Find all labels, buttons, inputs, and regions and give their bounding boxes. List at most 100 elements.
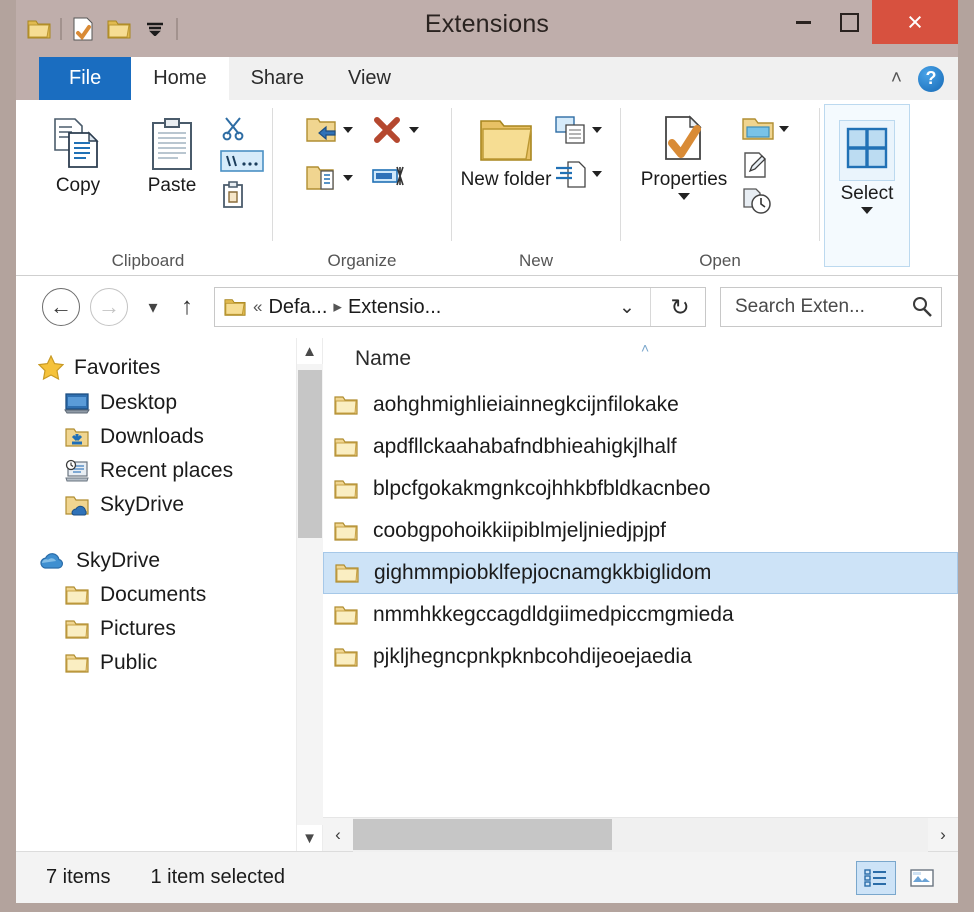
up-button[interactable]: ↑ bbox=[168, 293, 206, 321]
copy-to-caret-icon[interactable] bbox=[343, 175, 353, 181]
scrollbar-track[interactable] bbox=[296, 364, 323, 825]
new-item-button[interactable] bbox=[554, 115, 602, 145]
search-input[interactable]: Search Exten... bbox=[720, 287, 942, 327]
organize-col-2 bbox=[371, 109, 419, 189]
paste-shortcut-button[interactable] bbox=[220, 181, 264, 209]
table-row[interactable]: coobgpohoikkiipiblmjeljniedjpjpf bbox=[323, 510, 958, 552]
sidebar-item-pictures[interactable]: Pictures bbox=[16, 612, 296, 646]
recent-locations-caret-icon[interactable]: ▾ bbox=[138, 297, 168, 318]
scrollbar-thumb[interactable] bbox=[297, 370, 322, 538]
ribbon-group-open: Properties Open bbox=[625, 100, 815, 275]
table-row-selected[interactable]: gighmmpiobklfepjocnamgkkbiglidom bbox=[323, 552, 958, 594]
copy-label: Copy bbox=[55, 175, 101, 196]
table-row[interactable]: pjkljhegncpnkpknbcohdijeoejaedia bbox=[323, 636, 958, 678]
open-button[interactable] bbox=[741, 115, 789, 143]
cut-button[interactable] bbox=[220, 115, 264, 141]
tab-view[interactable]: View bbox=[325, 57, 413, 100]
easy-access-caret-icon[interactable] bbox=[592, 171, 602, 177]
column-header-name[interactable]: Name ˄ bbox=[323, 338, 958, 380]
edit-button[interactable] bbox=[741, 151, 789, 179]
breadcrumb-caret-icon[interactable]: ⌄ bbox=[610, 296, 644, 319]
properties-button[interactable]: Properties bbox=[629, 109, 739, 200]
title-bar: Extensions × bbox=[16, 0, 958, 57]
status-bar: 7 items 1 item selected bbox=[16, 851, 958, 903]
table-row[interactable]: apdfllckaahabafndbhieahigkjlhalf bbox=[323, 426, 958, 468]
sidebar-item-favorites[interactable]: Favorites bbox=[16, 350, 296, 386]
easy-access-button[interactable] bbox=[554, 159, 602, 189]
breadcrumb-overflow-icon[interactable]: « bbox=[253, 297, 262, 317]
refresh-icon[interactable]: ↻ bbox=[657, 294, 703, 321]
sort-ascending-icon: ˄ bbox=[641, 340, 650, 356]
sidebar-item-downloads[interactable]: Downloads bbox=[16, 420, 296, 454]
paste-shortcut-icon bbox=[223, 181, 243, 208]
group-label-new: New bbox=[518, 251, 553, 270]
copy-button[interactable]: Copy bbox=[32, 109, 124, 196]
folder-icon bbox=[334, 396, 358, 415]
breadcrumb-separator-1[interactable]: ▸ bbox=[333, 297, 342, 317]
folder-icon bbox=[65, 654, 89, 673]
group-label-open: Open bbox=[699, 251, 741, 270]
new-item-icon bbox=[555, 116, 585, 144]
breadcrumb[interactable]: « Defa... ▸ Extensio... ⌄ ↻ bbox=[214, 287, 706, 327]
new-folder-button[interactable]: New folder bbox=[460, 109, 552, 190]
navigation-pane-scrollbar[interactable]: ▲ ▼ bbox=[296, 338, 323, 851]
maximize-button[interactable] bbox=[826, 0, 872, 44]
file-list-horizontal-scrollbar[interactable]: ‹ › bbox=[323, 817, 958, 852]
hscrollbar-track[interactable] bbox=[353, 817, 928, 852]
folder-icon bbox=[334, 438, 358, 457]
delete-icon bbox=[374, 117, 400, 143]
copy-to-button[interactable] bbox=[305, 163, 353, 193]
tab-file[interactable]: File bbox=[39, 57, 132, 100]
back-button[interactable]: ← bbox=[42, 288, 80, 326]
sidebar-label-skydrive-favorite: SkyDrive bbox=[100, 493, 185, 516]
sidebar-item-skydrive-favorite[interactable]: SkyDrive bbox=[16, 488, 296, 522]
move-to-button[interactable] bbox=[305, 115, 353, 145]
sidebar-label-favorites: Favorites bbox=[74, 356, 161, 379]
file-name: blpcfgokakmgnkcojhhkbfbldkacnbeo bbox=[373, 477, 711, 500]
breadcrumb-item-1[interactable]: Defa... bbox=[268, 296, 327, 319]
properties-caret-icon[interactable] bbox=[678, 192, 690, 200]
select-icon-frame bbox=[839, 120, 895, 181]
scroll-down-icon[interactable]: ▼ bbox=[302, 825, 317, 851]
minimize-button[interactable] bbox=[780, 0, 826, 44]
paste-button[interactable]: Paste bbox=[126, 109, 218, 196]
table-row[interactable]: blpcfgokakmgnkcojhhkbfbldkacnbeo bbox=[323, 468, 958, 510]
help-icon[interactable]: ? bbox=[918, 65, 944, 92]
window-controls: × bbox=[780, 0, 958, 44]
new-item-caret-icon[interactable] bbox=[592, 127, 602, 133]
tab-share[interactable]: Share bbox=[228, 57, 326, 100]
forward-button[interactable]: → bbox=[90, 288, 128, 326]
delete-caret-icon[interactable] bbox=[409, 127, 419, 133]
move-to-caret-icon[interactable] bbox=[343, 127, 353, 133]
sidebar-item-skydrive[interactable]: SkyDrive bbox=[16, 544, 296, 578]
file-name: apdfllckaahabafndbhieahigkjlhalf bbox=[373, 435, 677, 458]
folder-icon bbox=[334, 648, 358, 667]
tab-home[interactable]: Home bbox=[131, 57, 229, 100]
breadcrumb-item-2[interactable]: Extensio... bbox=[348, 296, 441, 319]
hscrollbar-thumb[interactable] bbox=[353, 818, 612, 850]
select-button[interactable]: Select bbox=[829, 114, 905, 214]
sidebar-item-recent-places[interactable]: Recent places bbox=[16, 454, 296, 488]
sidebar-item-documents[interactable]: Documents bbox=[16, 578, 296, 612]
ribbon-group-select[interactable]: Select bbox=[824, 104, 910, 267]
select-caret-icon[interactable] bbox=[861, 206, 873, 214]
collapse-ribbon-icon[interactable]: ˄ bbox=[891, 68, 902, 90]
file-rows: aohghmighlieiainnegkcijnfilokake apdfllc… bbox=[323, 380, 958, 817]
scroll-up-icon[interactable]: ▲ bbox=[302, 338, 317, 364]
details-view-button[interactable] bbox=[856, 860, 896, 895]
large-icons-view-button[interactable] bbox=[902, 861, 942, 895]
close-button[interactable]: × bbox=[872, 0, 958, 44]
sidebar-item-desktop[interactable]: Desktop bbox=[16, 386, 296, 420]
sidebar-item-public[interactable]: Public bbox=[16, 646, 296, 680]
table-row[interactable]: aohghmighlieiainnegkcijnfilokake bbox=[323, 384, 958, 426]
easy-access-icon bbox=[556, 161, 586, 188]
delete-button[interactable] bbox=[371, 115, 419, 145]
history-button[interactable] bbox=[741, 187, 789, 215]
scroll-right-icon[interactable]: › bbox=[928, 825, 958, 845]
rename-button[interactable] bbox=[371, 163, 419, 189]
copy-path-button[interactable] bbox=[220, 148, 264, 174]
close-icon: × bbox=[907, 6, 923, 37]
table-row[interactable]: nmmhkkegccagdldgiimedpiccmgmieda bbox=[323, 594, 958, 636]
scroll-left-icon[interactable]: ‹ bbox=[323, 825, 353, 845]
open-caret-icon[interactable] bbox=[779, 126, 789, 132]
